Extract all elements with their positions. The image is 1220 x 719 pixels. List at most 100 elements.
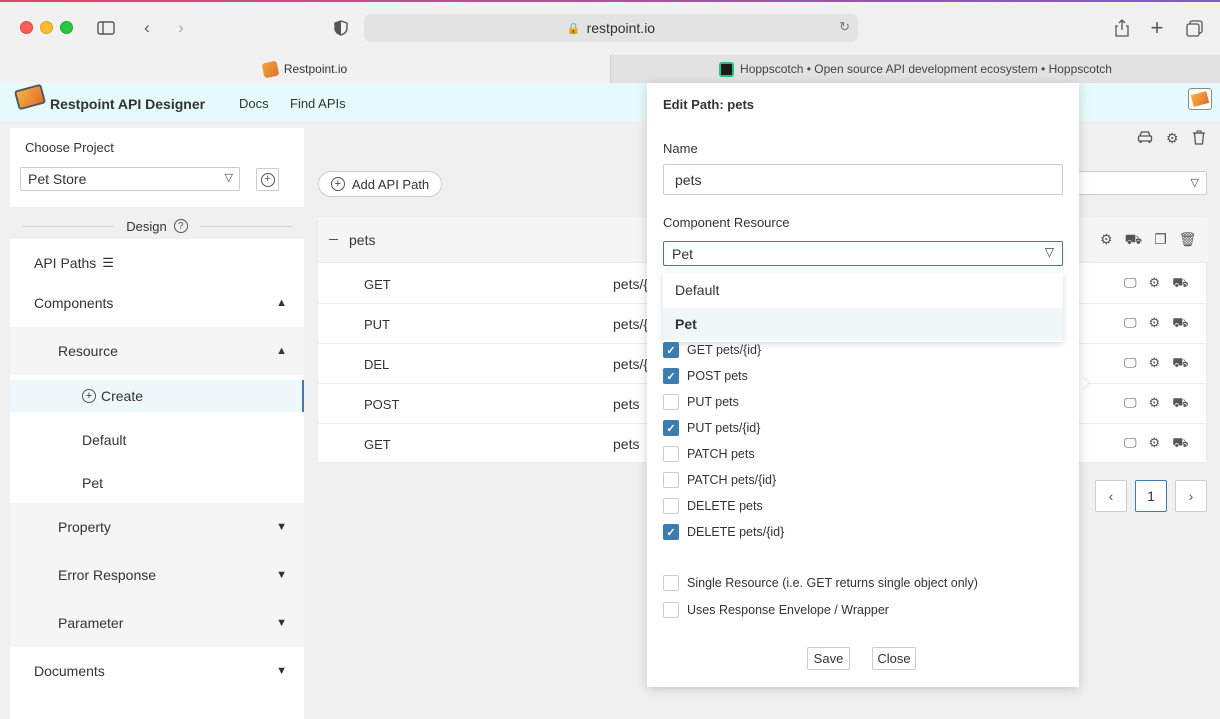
gear-icon[interactable]: ⚙ <box>1149 315 1161 333</box>
nav-docs[interactable]: Docs <box>239 96 269 111</box>
close-window-button[interactable] <box>20 21 33 34</box>
project-select[interactable]: Pet Store ▽ <box>20 167 240 191</box>
forward-icon[interactable]: › <box>170 17 192 39</box>
sidebar-item-resource[interactable]: Resource ▲ <box>10 327 304 375</box>
monitor-icon[interactable]: 🖵 <box>1124 315 1137 333</box>
close-button[interactable]: Close <box>872 647 916 670</box>
gear-icon[interactable]: ⚙ <box>1149 395 1161 413</box>
pager-page-button[interactable]: 1 <box>1135 480 1167 512</box>
monitor-icon[interactable]: 🖵 <box>1124 395 1137 413</box>
trash-icon[interactable] <box>1192 130 1206 148</box>
car-icon[interactable]: ⛟ <box>1125 231 1143 250</box>
checkbox-unchecked[interactable] <box>663 498 679 514</box>
sidebar-item-label: Default <box>82 432 127 448</box>
single-resource-checkbox-row[interactable]: Single Resource (i.e. GET returns single… <box>663 575 978 591</box>
add-project-button[interactable]: + <box>256 168 279 191</box>
sidebar-item-components[interactable]: Components ▲ <box>10 288 304 318</box>
checkbox-label: PATCH pets <box>687 447 755 461</box>
chevron-down-icon: ▽ <box>1044 245 1054 259</box>
checkbox-unchecked[interactable] <box>663 575 679 591</box>
sidebar-item-pet[interactable]: Pet <box>10 468 304 498</box>
method-checkbox-row[interactable]: PUT pets <box>663 394 739 410</box>
method-checkbox-row[interactable]: PATCH pets <box>663 446 755 462</box>
reload-icon[interactable]: ↻ <box>839 19 850 35</box>
design-label: Design <box>126 218 167 234</box>
row-actions: 🖵 ⚙ ⛟ <box>1124 435 1189 453</box>
car-icon[interactable]: ⛟ <box>1172 435 1188 453</box>
app-title[interactable]: Restpoint API Designer <box>50 96 205 112</box>
dropdown-option-default[interactable]: Default <box>663 274 1063 306</box>
back-icon[interactable]: ‹ <box>136 17 158 39</box>
car-icon[interactable]: ⛟ <box>1172 275 1188 293</box>
tab-restpoint[interactable]: Restpoint.io <box>0 55 610 83</box>
sidebar-item-api-paths[interactable]: API Paths ☰ <box>10 250 304 276</box>
checkbox-checked[interactable]: ✓ <box>663 368 679 384</box>
checkbox-unchecked[interactable] <box>663 602 679 618</box>
car-icon[interactable]: ⛟ <box>1172 395 1188 413</box>
checkbox-checked[interactable]: ✓ <box>663 524 679 540</box>
car-icon[interactable] <box>1137 130 1153 147</box>
method-checkbox-row[interactable]: PATCH pets/{id} <box>663 472 776 488</box>
sidebar-item-property[interactable]: Property ▼ <box>10 503 304 551</box>
url-bar[interactable]: 🔒 restpoint.io ↻ <box>364 14 858 42</box>
method-checkbox-row[interactable]: ✓ PUT pets/{id} <box>663 420 760 436</box>
row-path: pets <box>613 436 640 452</box>
collapse-icon[interactable] <box>329 239 338 240</box>
monitor-icon[interactable]: 🖵 <box>1124 275 1137 293</box>
trash-icon[interactable]: 🗑 <box>1179 231 1197 250</box>
minimize-window-button[interactable] <box>40 21 53 34</box>
new-tab-icon[interactable]: + <box>1146 15 1168 40</box>
nav-find-apis[interactable]: Find APIs <box>290 96 346 111</box>
dropdown-option-pet[interactable]: Pet <box>663 308 1063 340</box>
gear-icon[interactable]: ⚙ <box>1166 130 1179 147</box>
checkbox-checked[interactable]: ✓ <box>663 342 679 358</box>
method-label: POST <box>364 397 400 412</box>
car-icon[interactable]: ⛟ <box>1172 315 1188 333</box>
monitor-icon[interactable]: 🖵 <box>1124 435 1137 453</box>
shield-icon[interactable] <box>330 17 352 39</box>
pager-prev-button[interactable]: ‹ <box>1095 480 1127 512</box>
gear-icon[interactable]: ⚙ <box>1100 231 1113 250</box>
sidebar-item-create[interactable]: + Create <box>10 380 304 412</box>
tab-overview-icon[interactable] <box>1183 17 1205 39</box>
share-icon[interactable] <box>1111 17 1133 39</box>
component-resource-select[interactable]: Pet ▽ <box>663 241 1063 266</box>
gear-icon[interactable]: ⚙ <box>1149 275 1161 293</box>
gear-icon[interactable]: ⚙ <box>1149 435 1161 453</box>
monitor-icon[interactable]: 🖵 <box>1124 355 1137 373</box>
row-actions: 🖵 ⚙ ⛟ <box>1124 355 1189 373</box>
checkbox-unchecked[interactable] <box>663 472 679 488</box>
checkbox-unchecked[interactable] <box>663 394 679 410</box>
row-path: pets <box>613 396 640 412</box>
method-checkbox-row[interactable]: ✓ GET pets/{id} <box>663 342 761 358</box>
save-button[interactable]: Save <box>807 647 850 670</box>
sidebar-toggle-icon[interactable] <box>95 17 117 39</box>
user-avatar[interactable] <box>1188 88 1212 110</box>
tab-hoppscotch[interactable]: Hoppscotch • Open source API development… <box>610 55 1220 83</box>
add-api-path-button[interactable]: + Add API Path <box>318 171 442 197</box>
method-label: DEL <box>364 357 390 372</box>
method-checkbox-row[interactable]: DELETE pets <box>663 498 763 514</box>
sidebar-item-documents[interactable]: Documents ▼ <box>10 655 304 687</box>
envelope-checkbox-row[interactable]: Uses Response Envelope / Wrapper <box>663 602 889 618</box>
checkbox-unchecked[interactable] <box>663 446 679 462</box>
sidebar-item-parameter[interactable]: Parameter ▼ <box>10 599 304 647</box>
method-checkbox-row[interactable]: ✓ DELETE pets/{id} <box>663 524 784 540</box>
help-icon[interactable]: ? <box>173 219 188 233</box>
chevron-down-icon: ▽ <box>224 172 233 184</box>
zoom-window-button[interactable] <box>60 21 73 34</box>
name-input[interactable]: pets <box>663 164 1063 195</box>
car-icon[interactable]: ⛟ <box>1172 355 1188 373</box>
gear-icon[interactable]: ⚙ <box>1149 355 1161 373</box>
sidebar-item-default[interactable]: Default <box>10 425 304 455</box>
sidebar-item-label: Documents <box>34 663 105 679</box>
row-actions: 🖵 ⚙ ⛟ <box>1124 395 1189 413</box>
copy-icon[interactable]: ❐ <box>1154 231 1167 250</box>
method-checkbox-row[interactable]: ✓ POST pets <box>663 368 748 384</box>
row-actions: 🖵 ⚙ ⛟ <box>1124 315 1189 333</box>
pager-next-button[interactable]: › <box>1175 480 1207 512</box>
filter-select[interactable]: ▽ <box>1075 171 1207 195</box>
sidebar-item-error-response[interactable]: Error Response ▼ <box>10 551 304 599</box>
checkbox-checked[interactable]: ✓ <box>663 420 679 436</box>
chevron-up-icon: ▲ <box>276 345 287 357</box>
